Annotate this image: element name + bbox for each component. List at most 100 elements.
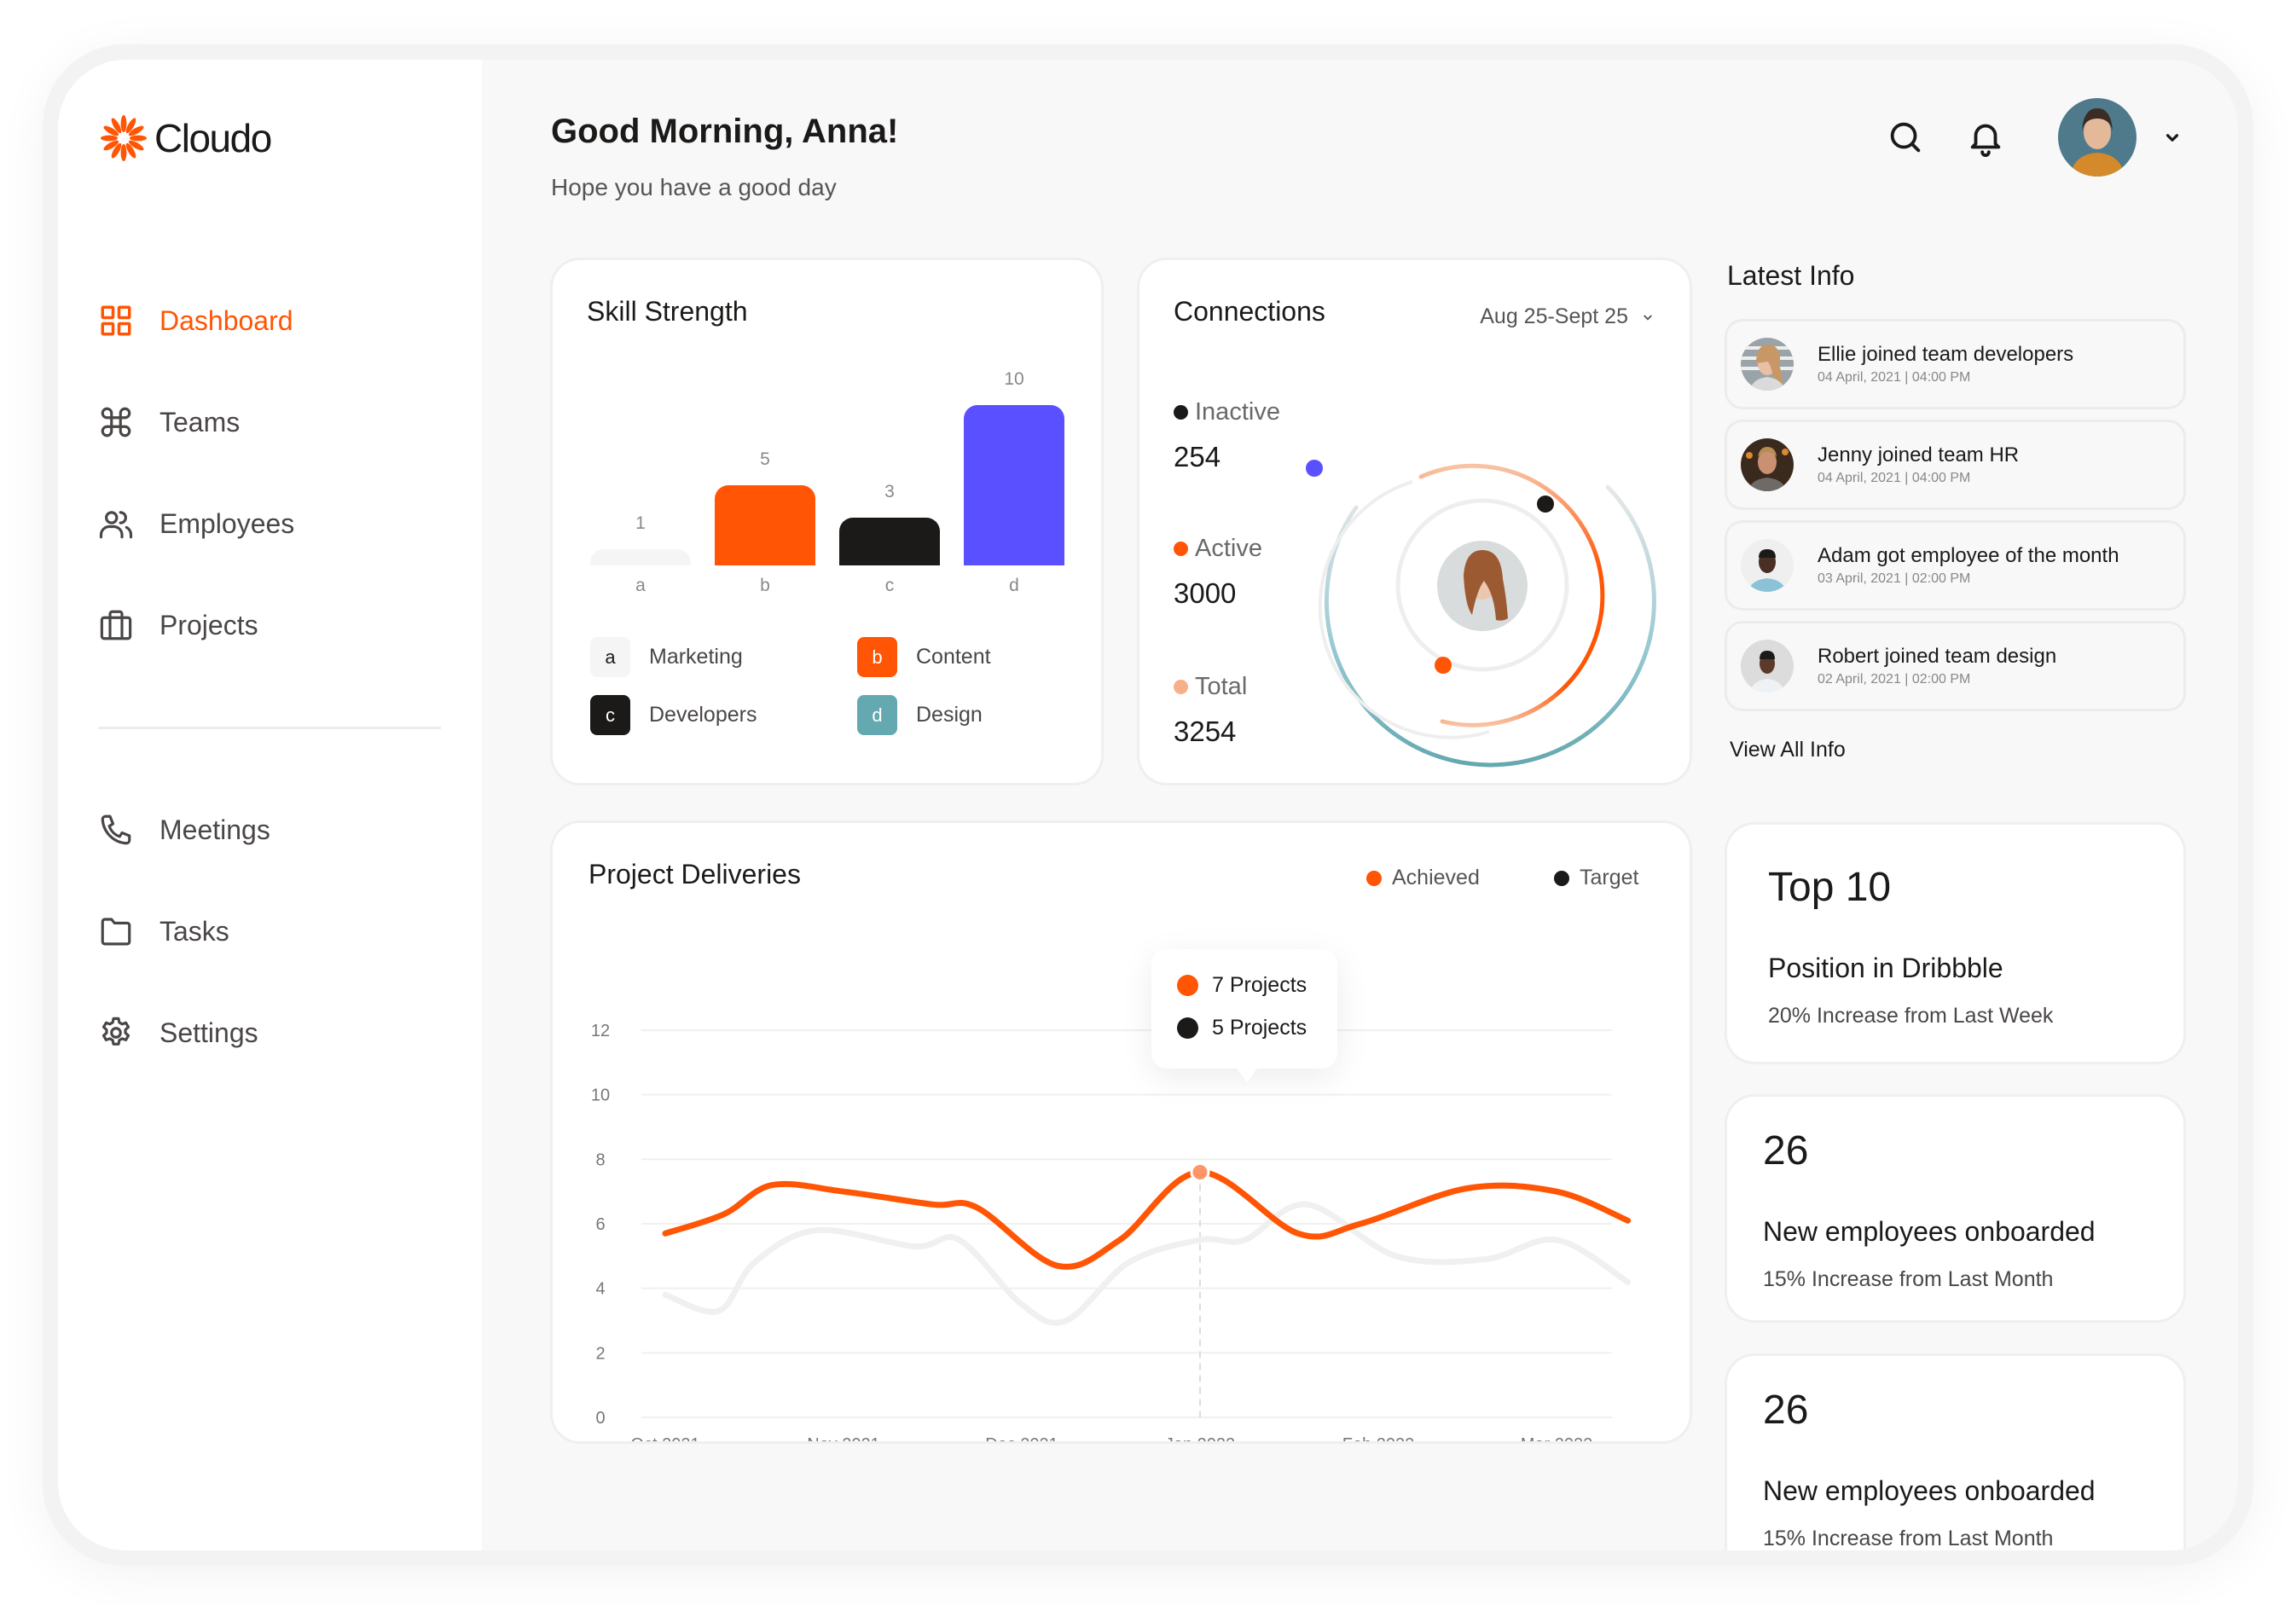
bar-d[interactable]	[964, 405, 1064, 565]
bell-icon[interactable]	[1966, 118, 2005, 157]
tooltip-row-achieved: 7 Projects	[1177, 973, 1307, 998]
nav-label: Projects	[159, 609, 258, 640]
date-range-value: Aug 25-Sept 25	[1480, 304, 1628, 328]
nav-label: Tasks	[159, 915, 229, 947]
date-range-dropdown[interactable]: Aug 25-Sept 25	[1480, 304, 1655, 329]
logo[interactable]: Cloudo	[98, 113, 272, 164]
connections-orbit-chart	[1306, 460, 1656, 768]
tooltip-value: 7 Projects	[1212, 973, 1307, 997]
x-tick-label: Jan 2022	[1165, 1435, 1235, 1441]
users-icon	[99, 511, 133, 539]
sidebar-divider	[98, 727, 441, 729]
info-item[interactable]: Robert joined team design 02 April, 2021…	[1727, 623, 2183, 709]
y-tick-label: 4	[595, 1280, 605, 1299]
avatar	[1741, 640, 1794, 692]
stat-value-total: 3254	[1174, 716, 1237, 747]
briefcase-icon	[100, 610, 132, 640]
legend-key: b	[872, 646, 883, 668]
view-all-info-link[interactable]: View All Info	[1730, 738, 1846, 762]
sidebar-item-settings[interactable]: Settings	[98, 1007, 258, 1058]
bar-value-label: 1	[635, 513, 646, 534]
search-icon[interactable]	[1886, 118, 1925, 157]
connections-card: Connections Aug 25-Sept 25 Inactive 254 …	[1139, 260, 1690, 783]
latest-info-title: Latest Info	[1727, 260, 1855, 291]
x-tick-label: Nov 2021	[807, 1435, 880, 1441]
x-tick-label: Dec 2021	[985, 1435, 1058, 1441]
legend-chip: c	[590, 695, 630, 735]
sidebar-item-meetings[interactable]: Meetings	[98, 804, 270, 855]
y-tick-label: 8	[595, 1150, 605, 1169]
stat-subtitle: 20% Increase from Last Week	[1768, 1004, 2054, 1028]
skill-strength-card: Skill Strength 1 a 5 b 3 c 10 d a Marketing b C…	[553, 260, 1101, 783]
sunburst-logo-icon	[101, 115, 147, 161]
stat-subtitle: 15% Increase from Last Month	[1763, 1267, 2054, 1291]
stat-value-inactive: 254	[1174, 441, 1221, 472]
bar-b[interactable]	[715, 485, 815, 565]
series-line-target	[662, 1201, 1632, 1326]
stat-label: Total	[1195, 673, 1248, 700]
stat-value-active: 3000	[1174, 577, 1237, 609]
legend-key: a	[605, 646, 616, 668]
achieved-dot	[1177, 975, 1198, 996]
sidebar-item-dashboard[interactable]: Dashboard	[98, 295, 293, 346]
stat-card-onboarded-2: 26 New employees onboarded 15% Increase …	[1727, 1356, 2183, 1550]
page-subtitle: Hope you have a good day	[551, 174, 837, 200]
avatar	[1741, 539, 1794, 592]
page-title: Good Morning, Anna!	[551, 113, 899, 150]
info-title: Jenny joined team HR	[1818, 443, 2020, 466]
gear-icon	[101, 1017, 130, 1046]
stat-title: New employees onboarded	[1763, 1475, 2096, 1506]
avatar	[1741, 438, 1794, 491]
total-dot	[1174, 680, 1188, 694]
bar-category-label: a	[635, 576, 646, 595]
legend-key: d	[872, 704, 883, 726]
stat-label-active: Active	[1174, 535, 1262, 563]
legend-chip: a	[590, 637, 630, 677]
stat-title: New employees onboarded	[1763, 1216, 2096, 1247]
chevron-down-icon[interactable]	[2161, 126, 2183, 148]
app-name: Cloudo	[154, 116, 272, 160]
sidebar-item-teams[interactable]: Teams	[98, 397, 240, 448]
avatar-photo	[2058, 98, 2137, 177]
sidebar-item-tasks[interactable]: Tasks	[98, 906, 229, 957]
x-tick-label: Feb 2022	[1342, 1435, 1415, 1441]
deliveries-line-chart: 0 2 4 6 8 10 12 Oct 2021 Nov 2021 Dec 2021 Jan 202…	[591, 1022, 1632, 1441]
highlight-point	[1190, 1162, 1210, 1182]
x-tick-label: Mar 2022	[1521, 1435, 1593, 1441]
bar-category-label: d	[1009, 576, 1019, 595]
y-tick-label: 6	[595, 1215, 605, 1234]
stat-label: Inactive	[1195, 398, 1280, 426]
info-item[interactable]: Adam got employee of the month 03 April,…	[1727, 523, 2183, 608]
chart-tooltip: 7 Projects 5 Projects	[1151, 949, 1337, 1082]
user-avatar[interactable]	[2058, 98, 2137, 177]
stat-card-dribbble: Top 10 Position in Dribbble 20% Increase…	[1727, 825, 2183, 1062]
stat-big: Top 10	[1768, 865, 1892, 910]
stat-big: 26	[1763, 1388, 1809, 1433]
sidebar-item-projects[interactable]: Projects	[98, 600, 258, 651]
bar-a[interactable]	[590, 549, 691, 565]
info-title: Adam got employee of the month	[1818, 544, 2119, 567]
legend-chip: d	[857, 695, 897, 735]
info-title: Robert joined team design	[1818, 645, 2057, 668]
app-window: Cloudo Dashboard Teams Employees Project…	[58, 60, 2238, 1550]
command-icon	[101, 407, 131, 437]
info-item[interactable]: Ellie joined team developers 04 April, 2…	[1727, 322, 2183, 407]
stat-title: Position in Dribbble	[1768, 953, 2003, 983]
chevron-down-icon	[1644, 315, 1652, 321]
legend-item-developers: c Developers	[590, 695, 757, 735]
grid-icon	[101, 305, 131, 336]
legend-key: c	[606, 704, 615, 726]
legend-label: Content	[916, 645, 991, 669]
sidebar-item-employees[interactable]: Employees	[98, 498, 294, 549]
legend-label: Design	[916, 703, 983, 727]
inactive-dot	[1174, 405, 1188, 420]
info-item[interactable]: Jenny joined team HR 04 April, 2021 | 04…	[1727, 422, 2183, 507]
legend-item-content: b Content	[857, 637, 991, 677]
tooltip-value: 5 Projects	[1212, 1016, 1307, 1040]
bar-c[interactable]	[839, 517, 940, 565]
card-title: Connections	[1174, 296, 1325, 327]
bar-value-label: 3	[884, 481, 895, 501]
dot-blue	[1306, 460, 1323, 477]
bar-value-label: 5	[760, 449, 770, 469]
nav-label: Dashboard	[159, 304, 293, 336]
